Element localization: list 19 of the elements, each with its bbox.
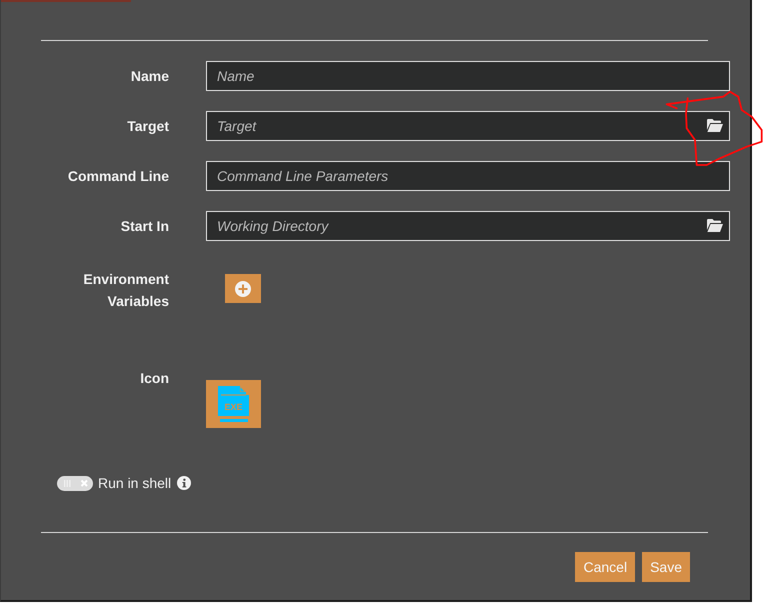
folder-icon[interactable]	[707, 119, 723, 132]
field-label: Name	[130, 67, 169, 86]
toggle-switch[interactable]	[57, 476, 93, 490]
text-field[interactable]: Name	[206, 61, 730, 91]
dialog-button[interactable]: Save	[642, 552, 690, 582]
field-label: Start In	[120, 217, 169, 236]
folder-icon[interactable]	[707, 219, 723, 232]
run-in-shell-label: Run in shell	[98, 475, 172, 491]
icon-select-button[interactable]: EXE	[206, 380, 261, 428]
text-field[interactable]: Target	[206, 111, 730, 141]
field-label: Icon	[139, 369, 169, 388]
text-field[interactable]: Command Line Parameters	[206, 161, 730, 191]
plus-circle-icon	[235, 280, 251, 296]
field-label: Target	[126, 117, 169, 136]
info-icon[interactable]	[177, 476, 192, 490]
dialog-button[interactable]: Cancel	[575, 552, 636, 582]
field-label: Environment Variables	[82, 270, 169, 311]
text-field[interactable]: Working Directory	[206, 211, 730, 241]
field-label: Command Line	[66, 167, 169, 186]
